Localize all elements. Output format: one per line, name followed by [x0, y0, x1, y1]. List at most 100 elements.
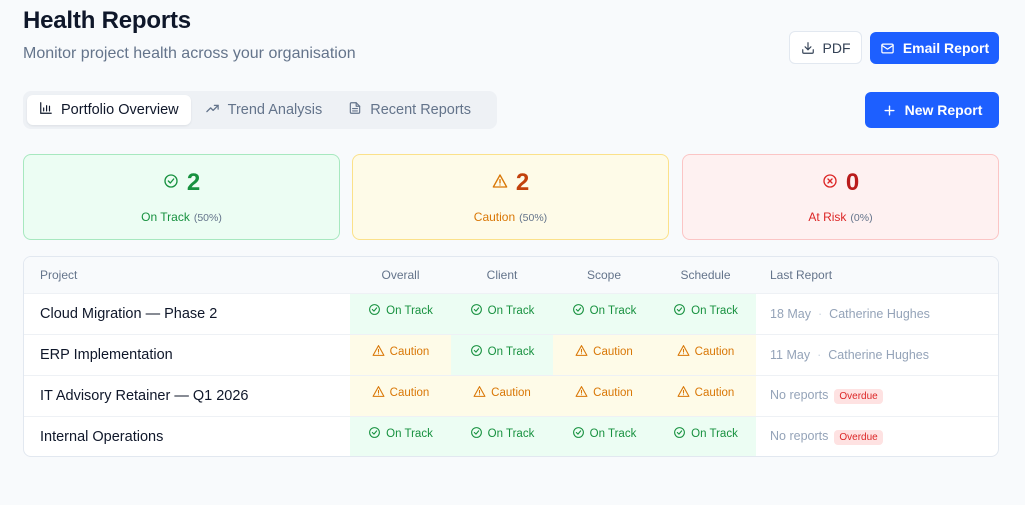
col-header-client: Client [451, 257, 553, 293]
last-report-cell: No reports Overdue [756, 415, 998, 456]
status-label: Caution [491, 386, 531, 399]
summary-card-at-risk: 0 At Risk (0%) [682, 154, 999, 240]
status-label: Caution [593, 386, 633, 399]
status-badge: Caution [473, 385, 531, 401]
check-circle-icon [470, 344, 483, 360]
client-status-cell: On Track [451, 292, 553, 334]
tab-portfolio-overview[interactable]: Portfolio Overview [27, 95, 191, 125]
scope-status-cell: On Track [553, 415, 655, 456]
status-label: On Track [487, 427, 535, 440]
project-name[interactable]: Internal Operations [24, 415, 350, 456]
table-row[interactable]: IT Advisory Retainer — Q1 2026 Caution Cau… [24, 374, 998, 416]
scope-status-cell: Caution [553, 333, 655, 375]
check-circle-icon [368, 303, 381, 319]
status-label: On Track [691, 304, 738, 317]
caution-label: Caution [473, 210, 516, 224]
status-badge: On Track [368, 303, 433, 319]
check-circle-icon [470, 426, 483, 442]
pdf-button[interactable]: PDF [789, 31, 862, 64]
col-header-overall: Overall [350, 257, 451, 293]
table-row[interactable]: ERP Implementation Caution On Track Caution… [24, 333, 998, 375]
at-risk-label: At Risk [808, 210, 847, 224]
scope-status-cell: On Track [553, 292, 655, 334]
status-label: Caution [694, 386, 735, 399]
plus-icon [882, 103, 897, 118]
download-icon [801, 41, 815, 55]
status-badge: Caution [372, 385, 430, 401]
table-header-row: Project Overall Client Scope Schedule La… [24, 257, 998, 293]
status-badge: On Track [470, 303, 534, 319]
page-subtitle: Monitor project health across your organ… [23, 45, 356, 62]
project-name[interactable]: Cloud Migration — Phase 2 [24, 292, 350, 334]
warning-triangle-icon [372, 385, 385, 401]
schedule-status-cell: On Track [655, 292, 756, 334]
project-name[interactable]: IT Advisory Retainer — Q1 2026 [24, 374, 350, 416]
summary-card-on-track: 2 On Track (50%) [23, 154, 340, 240]
warning-triangle-icon [473, 385, 486, 401]
on-track-pct: (50%) [193, 212, 222, 224]
client-status-cell: On Track [451, 415, 553, 456]
separator-dot: · [817, 347, 822, 362]
client-status-cell: Caution [451, 374, 553, 416]
tab-recent-reports[interactable]: Recent Reports [336, 95, 483, 125]
status-badge: On Track [673, 426, 738, 442]
overdue-badge: Overdue [834, 429, 883, 445]
status-badge: On Track [572, 303, 637, 319]
col-header-schedule: Schedule [655, 257, 756, 293]
separator-dot: · [818, 306, 823, 321]
status-label: On Track [589, 427, 637, 440]
table-row[interactable]: Cloud Migration — Phase 2 On Track On Trac… [24, 292, 998, 334]
x-circle-icon [822, 173, 838, 194]
check-circle-icon [572, 426, 585, 442]
at-risk-pct: (0%) [850, 212, 873, 224]
last-report-date: 18 May [770, 306, 811, 321]
tab-label: Portfolio Overview [61, 102, 179, 118]
overall-status-cell: On Track [350, 292, 451, 334]
tab-trend-analysis[interactable]: Trend Analysis [193, 95, 335, 125]
status-label: Caution [389, 345, 430, 358]
col-header-project: Project [24, 257, 350, 293]
status-badge: Caution [372, 344, 430, 360]
warning-triangle-icon [575, 385, 588, 401]
status-label: Caution [593, 345, 633, 358]
email-report-label: Email Report [902, 40, 990, 56]
status-badge: On Track [368, 426, 433, 442]
overall-status-cell: Caution [350, 333, 451, 375]
document-icon [348, 101, 362, 119]
trending-up-icon [205, 101, 220, 120]
warning-triangle-icon [575, 344, 588, 360]
check-circle-icon [470, 303, 483, 319]
page-title: Health Reports [23, 7, 191, 34]
client-status-cell: On Track [451, 333, 553, 375]
project-name[interactable]: ERP Implementation [24, 333, 350, 375]
check-circle-icon [673, 303, 686, 319]
status-label: On Track [589, 304, 637, 317]
pdf-label: PDF [822, 39, 851, 56]
check-circle-icon [673, 426, 686, 442]
status-label: Caution [389, 386, 430, 399]
warning-triangle-icon [677, 385, 690, 401]
summary-card-caution: 2 Caution (50%) [352, 154, 669, 240]
schedule-status-cell: On Track [655, 415, 756, 456]
projects-table: Project Overall Client Scope Schedule La… [23, 256, 999, 457]
status-label: On Track [386, 427, 433, 440]
health-reports-page: Health Reports Monitor project health ac… [0, 0, 1025, 505]
last-report-author: Catherine Hughes [828, 347, 930, 362]
table-row[interactable]: Internal Operations On Track On Track On Tr… [24, 415, 998, 456]
check-circle-icon [572, 303, 585, 319]
warning-triangle-icon [492, 173, 508, 194]
tab-label: Recent Reports [370, 102, 471, 118]
email-report-button[interactable]: Email Report [870, 32, 999, 64]
new-report-button[interactable]: New Report [865, 92, 999, 128]
check-circle-icon [368, 426, 381, 442]
bar-chart-icon [39, 101, 53, 119]
status-badge: Caution [575, 385, 633, 401]
tab-label: Trend Analysis [227, 102, 323, 118]
col-header-last-report: Last Report [756, 257, 998, 293]
check-circle-icon [163, 173, 179, 194]
col-header-scope: Scope [553, 257, 655, 293]
last-report-cell: No reports Overdue [756, 374, 998, 416]
status-badge: On Track [572, 426, 637, 442]
no-reports-text: No reports [770, 428, 829, 443]
schedule-status-cell: Caution [655, 374, 756, 416]
